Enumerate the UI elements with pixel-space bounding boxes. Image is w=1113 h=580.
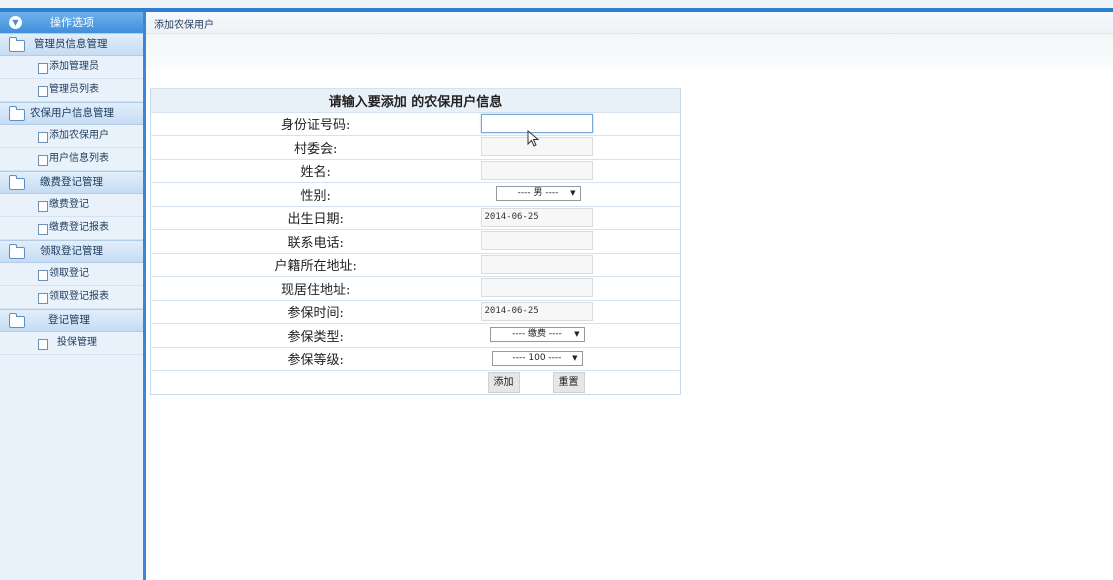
- document-icon: [38, 86, 48, 97]
- folder-icon: [9, 106, 25, 121]
- form-row: 参保时间: 2014-06-25: [150, 299, 681, 324]
- label-name: 姓名:: [150, 158, 481, 183]
- birth-date-input[interactable]: 2014-06-25: [480, 207, 593, 227]
- form-row: 添加 重置: [150, 370, 681, 395]
- sidebar-item-label: 添加管理员: [49, 61, 99, 72]
- sidebar-item-label: 领取登记报表: [49, 291, 109, 302]
- sidebar-item-claim-register[interactable]: 领取登记: [0, 263, 143, 286]
- insured-type-select-value: ---- 缴费 ----: [512, 329, 562, 339]
- sidebar-group-register[interactable]: 登记管理: [0, 309, 143, 332]
- label-insured-time: 参保时间:: [150, 299, 481, 324]
- form-row: 身份证号码:: [150, 111, 681, 136]
- sidebar-item-claim-report[interactable]: 领取登记报表: [0, 286, 143, 309]
- sidebar-group-claim[interactable]: 领取登记管理: [0, 240, 143, 263]
- mouse-cursor-icon: [527, 130, 540, 147]
- insured-level-select[interactable]: ---- 100 ---- ▼: [491, 350, 583, 366]
- sidebar-item-label: 添加农保用户: [49, 130, 109, 141]
- form-row: 现居住地址:: [150, 276, 681, 300]
- gender-select[interactable]: ---- 男 ---- ▼: [495, 186, 581, 201]
- top-bar: [0, 0, 1113, 12]
- hukou-address-input[interactable]: [480, 254, 593, 274]
- document-icon: [38, 270, 48, 281]
- label-birth-date: 出生日期:: [150, 205, 481, 230]
- sidebar-group-payment[interactable]: 缴费登记管理: [0, 171, 143, 194]
- sidebar-group-label: 领取登记管理: [40, 245, 103, 257]
- sidebar-item-payment-register[interactable]: 缴费登记: [0, 194, 143, 217]
- reset-button[interactable]: 重置: [552, 372, 585, 393]
- sidebar-item-label: 领取登记: [49, 268, 89, 279]
- breadcrumb: 添加农保用户: [146, 12, 1113, 34]
- sidebar-header-title: 操作选项: [50, 16, 94, 29]
- document-icon: [38, 293, 48, 304]
- sidebar-item-user-list[interactable]: 用户信息列表: [0, 148, 143, 171]
- form-row: 姓名:: [150, 158, 681, 183]
- sidebar-group-label: 管理员信息管理: [34, 38, 108, 50]
- current-address-input[interactable]: [480, 278, 593, 297]
- sidebar-item-insurance[interactable]: 投保管理: [0, 332, 143, 355]
- sidebar-group-user[interactable]: 农保用户信息管理: [0, 102, 143, 125]
- add-button[interactable]: 添加: [487, 372, 520, 393]
- folder-icon: [9, 175, 25, 190]
- folder-icon: [9, 37, 25, 52]
- document-icon: [38, 339, 48, 350]
- form-row: 参保等级: ---- 100 ---- ▼: [150, 346, 681, 371]
- insured-time-input[interactable]: 2014-06-25: [480, 301, 593, 321]
- chevron-down-icon[interactable]: ▼: [9, 16, 22, 29]
- sidebar-item-add-admin[interactable]: 添加管理员: [0, 56, 143, 79]
- insured-type-select[interactable]: ---- 缴费 ---- ▼: [489, 327, 585, 342]
- sidebar-item-payment-report[interactable]: 缴费登记报表: [0, 217, 143, 240]
- gender-select-value: ---- 男 ----: [517, 188, 559, 198]
- sidebar-group-label: 农保用户信息管理: [30, 107, 114, 119]
- sidebar-item-label: 缴费登记: [49, 199, 89, 210]
- label-current-address: 现居住地址:: [150, 276, 481, 300]
- label-insured-type: 参保类型:: [150, 323, 481, 347]
- sidebar: ▼ 操作选项 管理员信息管理 添加管理员 管理员列表 农保用户信息管理 添加农保…: [0, 12, 146, 580]
- phone-input[interactable]: [480, 231, 593, 250]
- sidebar-item-label: 投保管理: [57, 337, 97, 348]
- dropdown-arrow-icon: ▼: [570, 189, 576, 197]
- document-icon: [38, 224, 48, 235]
- form-row: 村委会:: [150, 135, 681, 159]
- form-row: 出生日期: 2014-06-25: [150, 205, 681, 230]
- document-icon: [38, 132, 48, 143]
- sidebar-item-label: 管理员列表: [49, 84, 99, 95]
- sidebar-group-admin[interactable]: 管理员信息管理: [0, 33, 143, 56]
- form-row: 参保类型: ---- 缴费 ---- ▼: [150, 323, 681, 347]
- label-phone: 联系电话:: [150, 229, 481, 253]
- form-title: 请输入要添加 的农保用户信息: [150, 88, 681, 112]
- sidebar-item-admin-list[interactable]: 管理员列表: [0, 79, 143, 102]
- label-village: 村委会:: [150, 135, 481, 159]
- sidebar-item-add-user[interactable]: 添加农保用户: [0, 125, 143, 148]
- breadcrumb-text: 添加农保用户: [154, 20, 214, 31]
- folder-icon: [9, 313, 25, 328]
- form-row: 户籍所在地址:: [150, 252, 681, 277]
- label-id-number: 身份证号码:: [150, 111, 481, 136]
- dropdown-arrow-icon: ▼: [572, 353, 578, 362]
- sidebar-group-label: 缴费登记管理: [40, 176, 103, 188]
- sidebar-header[interactable]: ▼ 操作选项: [0, 12, 143, 33]
- form-row: 联系电话:: [150, 229, 681, 253]
- document-icon: [38, 201, 48, 212]
- name-input[interactable]: [480, 160, 593, 180]
- document-icon: [38, 155, 48, 166]
- folder-icon: [9, 244, 25, 259]
- label-gender: 性别:: [150, 182, 481, 206]
- content-band: [146, 34, 1113, 70]
- sidebar-group-label: 登记管理: [48, 314, 90, 326]
- form-row: 性别: ---- 男 ---- ▼: [150, 182, 681, 206]
- user-form: 请输入要添加 的农保用户信息 身份证号码: 村委会: 姓名: 性别: ---- …: [150, 88, 682, 395]
- sidebar-item-label: 缴费登记报表: [49, 222, 109, 233]
- document-icon: [38, 63, 48, 74]
- label-insured-level: 参保等级:: [150, 346, 481, 371]
- dropdown-arrow-icon: ▼: [574, 330, 580, 338]
- insured-level-select-value: ---- 100 ----: [512, 352, 562, 363]
- sidebar-item-label: 用户信息列表: [49, 153, 109, 164]
- label-hukou-address: 户籍所在地址:: [150, 252, 481, 277]
